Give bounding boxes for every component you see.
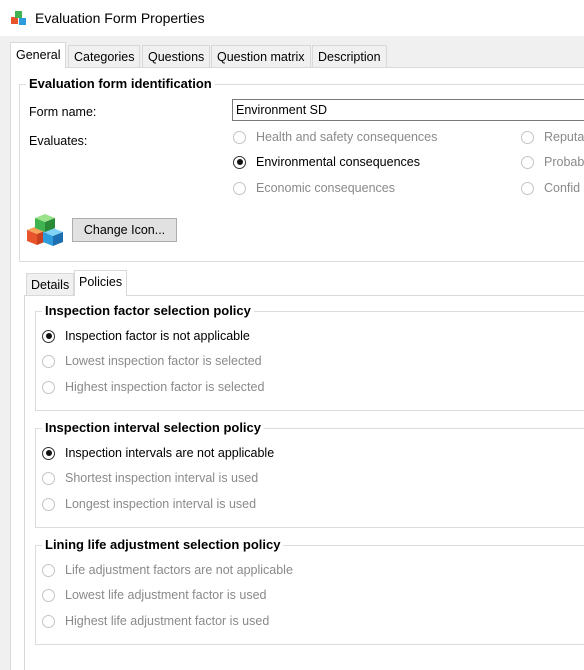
- identification-legend: Evaluation form identification: [26, 76, 215, 91]
- tab-categories[interactable]: Categories: [68, 45, 141, 68]
- inspection-factor-group: Inspection factor selection policy Inspe…: [35, 303, 584, 411]
- tab-policies[interactable]: Policies: [74, 270, 128, 296]
- radio-circle: [521, 181, 534, 195]
- radio-label: Highest inspection factor is selected: [65, 380, 265, 394]
- radio-longest-interval[interactable]: Longest inspection interval is used: [42, 497, 256, 511]
- radio-health-safety[interactable]: Health and safety consequences: [233, 130, 437, 144]
- tab-general[interactable]: General: [10, 42, 67, 68]
- radio-label: Reputa: [544, 130, 584, 144]
- radio-circle: [42, 329, 55, 343]
- radio-label: Environmental consequences: [256, 155, 420, 169]
- radio-circle: [521, 130, 534, 144]
- radio-highest-life-adjustment[interactable]: Highest life adjustment factor is used: [42, 614, 269, 628]
- radio-circle: [521, 155, 534, 169]
- radio-probability[interactable]: Probab: [521, 155, 584, 169]
- radio-inspection-factor-na[interactable]: Inspection factor is not applicable: [42, 329, 250, 343]
- lining-life-group: Lining life adjustment selection policy …: [35, 537, 584, 645]
- radio-inspection-intervals-na[interactable]: Inspection intervals are not applicable: [42, 446, 274, 460]
- radio-label: Shortest inspection interval is used: [65, 471, 259, 485]
- radio-label: Inspection intervals are not applicable: [65, 446, 275, 460]
- radio-circle: [233, 181, 246, 195]
- main-tabs: General Categories Questions Question ma…: [0, 36, 584, 68]
- radio-circle: [42, 471, 55, 485]
- radio-label: Highest life adjustment factor is used: [65, 614, 270, 628]
- cubes-icon: [27, 214, 63, 246]
- radio-label: Probab: [544, 155, 584, 169]
- tab-description[interactable]: Description: [312, 45, 387, 68]
- radio-circle: [42, 563, 55, 577]
- policies-panel: Inspection factor selection policy Inspe…: [24, 295, 584, 670]
- radio-circle: [42, 354, 55, 368]
- title-bar: Evaluation Form Properties: [0, 0, 584, 36]
- radio-shortest-interval[interactable]: Shortest inspection interval is used: [42, 471, 258, 485]
- radio-economic[interactable]: Economic consequences: [233, 181, 395, 195]
- radio-reputation[interactable]: Reputa: [521, 130, 584, 144]
- form-name-label: Form name:: [29, 105, 97, 119]
- tab-details[interactable]: Details: [26, 273, 75, 296]
- lining-life-legend: Lining life adjustment selection policy: [42, 537, 284, 552]
- radio-label: Economic consequences: [256, 181, 395, 195]
- radio-label: Lowest life adjustment factor is used: [65, 588, 267, 602]
- radio-circle: [42, 497, 55, 511]
- window-title: Evaluation Form Properties: [35, 10, 205, 26]
- radio-label: Longest inspection interval is used: [65, 497, 257, 511]
- form-name-field[interactable]: Environment SD: [232, 99, 584, 121]
- tab-question-matrix[interactable]: Question matrix: [211, 45, 311, 68]
- tab-questions[interactable]: Questions: [142, 45, 211, 68]
- radio-lowest-inspection-factor[interactable]: Lowest inspection factor is selected: [42, 354, 262, 368]
- radio-life-adjustment-na[interactable]: Life adjustment factors are not applicab…: [42, 563, 293, 577]
- radio-environmental[interactable]: Environmental consequences: [233, 155, 420, 169]
- radio-circle: [233, 130, 246, 144]
- inspection-interval-group: Inspection interval selection policy Ins…: [35, 420, 584, 528]
- radio-circle: [233, 155, 246, 169]
- inspection-factor-legend: Inspection factor selection policy: [42, 303, 254, 318]
- radio-circle: [42, 614, 55, 628]
- radio-circle: [42, 380, 55, 394]
- radio-circle: [42, 446, 55, 460]
- change-icon-button[interactable]: Change Icon...: [72, 218, 177, 242]
- radio-highest-inspection-factor[interactable]: Highest inspection factor is selected: [42, 380, 264, 394]
- evaluates-label: Evaluates:: [29, 134, 88, 148]
- radio-label: Lowest inspection factor is selected: [65, 354, 262, 368]
- radio-label: Inspection factor is not applicable: [65, 329, 250, 343]
- inspection-interval-legend: Inspection interval selection policy: [42, 420, 265, 435]
- radio-circle: [42, 588, 55, 602]
- radio-label: Confid: [544, 181, 581, 195]
- radio-lowest-life-adjustment[interactable]: Lowest life adjustment factor is used: [42, 588, 267, 602]
- cubes-icon: [11, 11, 26, 25]
- radio-confidence[interactable]: Confid: [521, 181, 580, 195]
- radio-label: Life adjustment factors are not applicab…: [65, 563, 293, 577]
- identification-group: Evaluation form identification Form name…: [19, 76, 584, 262]
- radio-label: Health and safety consequences: [256, 130, 438, 144]
